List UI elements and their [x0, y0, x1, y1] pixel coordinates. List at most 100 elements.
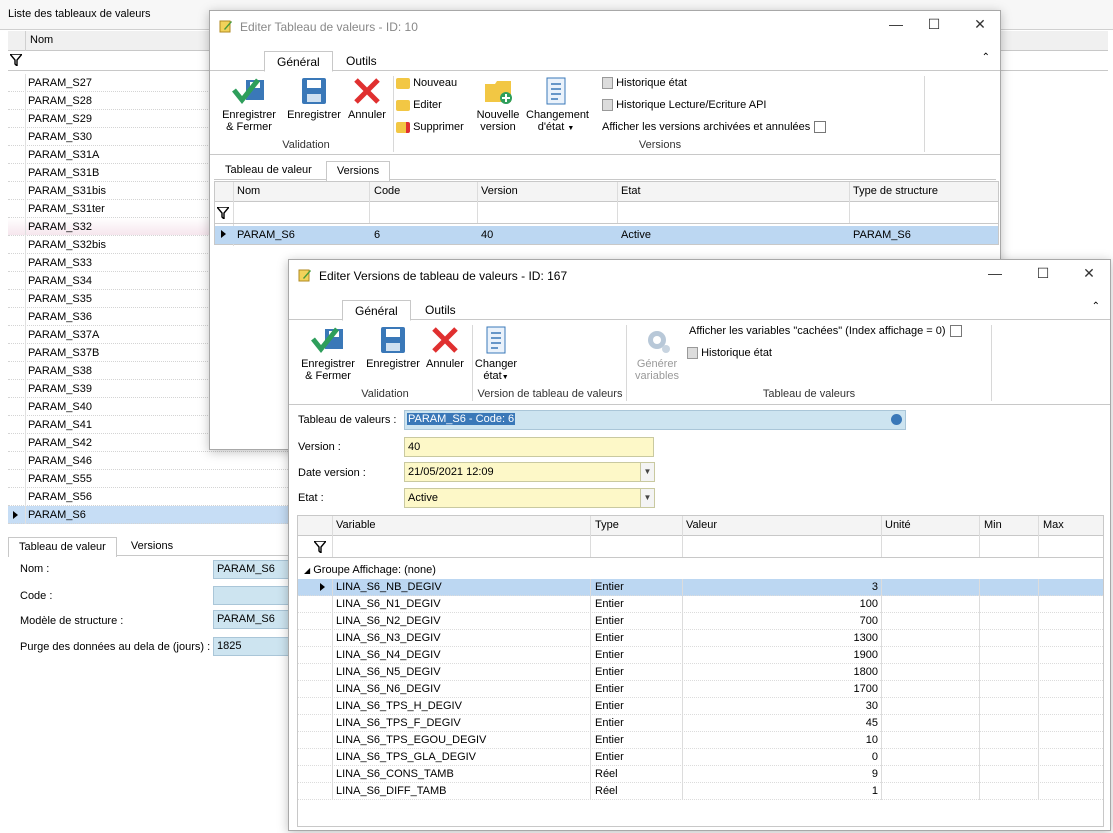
new-button[interactable]: Nouveau — [396, 77, 457, 89]
cancel-button[interactable]: Annuler — [345, 76, 389, 121]
column-nom[interactable]: Nom — [30, 34, 53, 46]
table-row[interactable]: LINA_S6_N4_DEGIV Entier 1900 — [298, 647, 1103, 664]
col-variable[interactable]: Variable — [336, 519, 376, 531]
delete-button[interactable]: Supprimer — [396, 121, 464, 133]
row-selector[interactable] — [8, 200, 26, 218]
row-selector[interactable] — [8, 92, 26, 110]
chevron-down-icon[interactable]: ▼ — [640, 463, 654, 481]
row-selector[interactable] — [8, 236, 26, 254]
change-state-button[interactable]: Changer état▼ — [473, 325, 519, 384]
show-hidden-toggle[interactable]: Afficher les variables "cachées" (Index … — [689, 325, 962, 338]
history-state-button[interactable]: Historique état — [602, 77, 687, 90]
table-row[interactable]: LINA_S6_TPS_GLA_DEGIV Entier 0 — [298, 749, 1103, 766]
show-archived-toggle[interactable]: Afficher les versions archivées et annul… — [602, 121, 827, 134]
col-max[interactable]: Max — [1043, 519, 1064, 531]
row-selector[interactable] — [8, 380, 26, 398]
table-row[interactable]: LINA_S6_DIFF_TAMB Réel 1 — [298, 783, 1103, 800]
tab-versions[interactable]: Versions — [120, 536, 184, 556]
table-row[interactable]: LINA_S6_CONS_TAMB Réel 9 — [298, 766, 1103, 783]
row-selector[interactable] — [8, 416, 26, 434]
ribbon-tab-outils[interactable]: Outils — [413, 300, 468, 320]
col-code[interactable]: Code — [374, 185, 400, 197]
tab-tableau-de-valeur[interactable]: Tableau de valeur — [8, 537, 117, 557]
etat-select[interactable]: Active ▼ — [404, 488, 655, 508]
row-selector[interactable] — [8, 290, 26, 308]
col-type[interactable]: Type — [595, 519, 619, 531]
list-item[interactable]: PARAM_S6 — [8, 506, 308, 524]
cancel-button[interactable]: Annuler — [423, 325, 467, 370]
row-selector[interactable] — [8, 506, 26, 524]
list-item[interactable]: PARAM_S46 — [8, 452, 308, 470]
row-selector[interactable] — [8, 110, 26, 128]
tab-tableau-de-valeur[interactable]: Tableau de valeur — [214, 160, 323, 180]
row-selector[interactable] — [8, 128, 26, 146]
row-selector[interactable] — [8, 452, 26, 470]
ribbon-tab-general[interactable]: Général — [342, 300, 411, 321]
maximize-button[interactable]: ☐ — [922, 16, 946, 36]
row-selector[interactable] — [8, 470, 26, 488]
generate-variables-button[interactable]: Générer variables — [629, 325, 685, 382]
save-close-button[interactable]: Enregistrer & Fermer — [218, 76, 280, 133]
list-item[interactable]: PARAM_S55 — [8, 470, 308, 488]
version-field[interactable]: 40 — [404, 437, 654, 457]
row-selector[interactable] — [8, 164, 26, 182]
save-button[interactable]: Enregistrer — [284, 76, 344, 121]
row-selector[interactable] — [8, 272, 26, 290]
ribbon-tab-outils[interactable]: Outils — [334, 51, 389, 71]
row-selector[interactable] — [8, 398, 26, 416]
collapse-ribbon-icon[interactable]: ⌃ — [982, 52, 990, 63]
row-selector[interactable] — [8, 254, 26, 272]
row-selector[interactable] — [8, 344, 26, 362]
table-row[interactable]: LINA_S6_N1_DEGIV Entier 100 — [298, 596, 1103, 613]
row-selector[interactable] — [8, 326, 26, 344]
table-row[interactable]: LINA_S6_N2_DEGIV Entier 700 — [298, 613, 1103, 630]
col-version[interactable]: Version — [481, 185, 518, 197]
show-hidden-checkbox[interactable] — [949, 325, 962, 338]
maximize-button[interactable]: ☐ — [1031, 265, 1055, 285]
list-item[interactable]: PARAM_S56 — [8, 488, 308, 506]
chevron-down-icon[interactable]: ▼ — [640, 489, 654, 507]
table-row[interactable]: LINA_S6_N6_DEGIV Entier 1700 — [298, 681, 1103, 698]
collapse-ribbon-icon[interactable]: ⌃ — [1092, 301, 1100, 312]
tableau-field[interactable]: PARAM_S6 - Code: 6 — [404, 410, 906, 430]
window2-titlebar[interactable]: Editer Versions de tableau de valeurs - … — [289, 260, 1110, 290]
minimize-button[interactable]: — — [884, 16, 908, 36]
table-row[interactable]: LINA_S6_NB_DEGIV Entier 3 — [298, 579, 1103, 596]
close-button[interactable]: ✕ — [968, 16, 992, 36]
date-field[interactable]: 21/05/2021 12:09 ▼ — [404, 462, 655, 482]
filter-icon[interactable] — [314, 541, 326, 553]
table-row[interactable]: LINA_S6_N5_DEGIV Entier 1800 — [298, 664, 1103, 681]
col-min[interactable]: Min — [984, 519, 1002, 531]
tab-versions[interactable]: Versions — [325, 161, 391, 181]
table-row[interactable]: LINA_S6_N3_DEGIV Entier 1300 — [298, 630, 1103, 647]
col-type-structure[interactable]: Type de structure — [853, 185, 938, 197]
lookup-icon[interactable] — [891, 414, 902, 425]
window1-titlebar[interactable]: Editer Tableau de valeurs - ID: 10 — ☐ ✕ — [210, 11, 1000, 41]
col-valeur[interactable]: Valeur — [686, 519, 717, 531]
row-selector[interactable] — [8, 74, 26, 92]
col-unite[interactable]: Unité — [885, 519, 911, 531]
table-row[interactable]: LINA_S6_TPS_F_DEGIV Entier 45 — [298, 715, 1103, 732]
save-button[interactable]: Enregistrer — [363, 325, 423, 370]
save-close-button[interactable]: Enregistrer & Fermer — [297, 325, 359, 382]
history-api-button[interactable]: Historique Lecture/Ecriture API — [602, 99, 766, 112]
row-selector[interactable] — [8, 488, 26, 506]
close-button[interactable]: ✕ — [1077, 265, 1101, 285]
ribbon-tab-general[interactable]: Général — [264, 51, 333, 72]
table-row[interactable]: PARAM_S6 6 40 Active PARAM_S6 — [215, 226, 998, 244]
row-selector[interactable] — [8, 146, 26, 164]
minimize-button[interactable]: — — [983, 265, 1007, 285]
row-selector[interactable] — [8, 434, 26, 452]
expand-icon[interactable]: ◢ — [304, 566, 310, 575]
new-version-button[interactable]: Nouvelle version — [472, 76, 524, 133]
show-archived-checkbox[interactable] — [814, 121, 827, 134]
col-etat[interactable]: Etat — [621, 185, 641, 197]
history-state-button[interactable]: Historique état — [687, 347, 772, 360]
versions-filter-row[interactable] — [215, 202, 998, 224]
row-selector[interactable] — [8, 182, 26, 200]
table-row[interactable]: LINA_S6_TPS_EGOU_DEGIV Entier 10 — [298, 732, 1103, 749]
edit-button[interactable]: Editer — [396, 99, 442, 111]
variables-filter-row[interactable] — [298, 536, 1103, 558]
table-row[interactable]: LINA_S6_TPS_H_DEGIV Entier 30 — [298, 698, 1103, 715]
row-selector[interactable] — [8, 362, 26, 380]
